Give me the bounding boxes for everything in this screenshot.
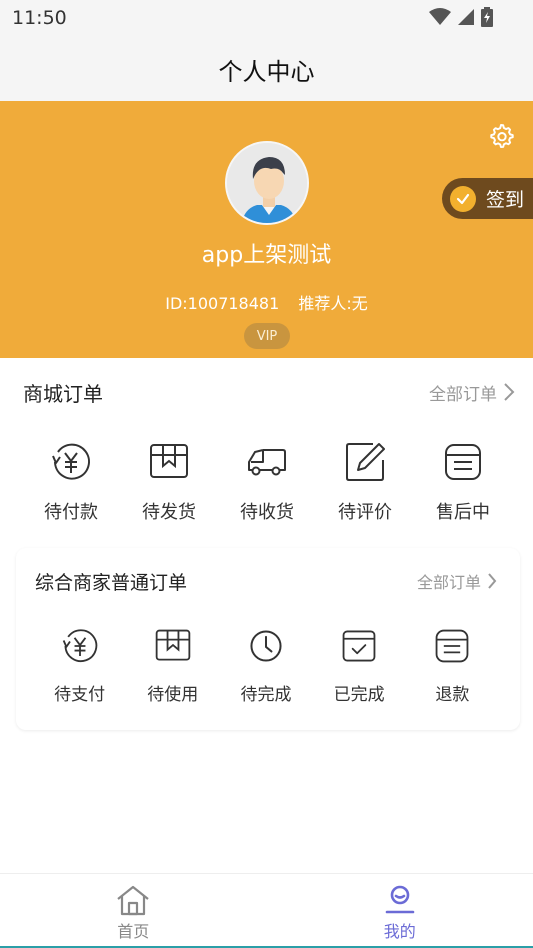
referrer: 推荐人:无 (298, 294, 368, 313)
vip-badge: VIP (244, 323, 290, 349)
check-icon (450, 185, 476, 212)
order-item-label: 待评价 (338, 502, 392, 523)
list-icon (445, 444, 481, 480)
calendar-check-icon (342, 630, 376, 662)
tab-bar: 首页 我的 (0, 873, 533, 948)
clock-icon (250, 630, 282, 662)
order-item-after-sales[interactable]: 售后中 (414, 440, 512, 524)
order-item-label: 已完成 (333, 685, 385, 705)
profile-header: 签到 app上架测试 ID:100718481 推荐人:无 VIP (0, 101, 533, 358)
yen-circle-icon (52, 443, 90, 480)
order-item-pending-payment[interactable]: 待付款 (22, 440, 120, 524)
order-item-pending-pay[interactable]: 待支付 (33, 626, 126, 705)
signin-label: 签到 (486, 189, 525, 211)
wifi-icon (429, 8, 451, 25)
merchant-orders-view-all[interactable]: 全部订单 (417, 569, 497, 593)
tab-me-label: 我的 (383, 922, 416, 941)
username: app上架测试 (201, 243, 332, 268)
avatar[interactable] (225, 141, 309, 225)
gear-icon[interactable] (489, 123, 515, 149)
mall-orders-view-all[interactable]: 全部订单 (429, 380, 515, 405)
status-bar: 11:50 (0, 0, 533, 36)
package-icon (155, 629, 191, 661)
tab-me[interactable]: 我的 (267, 874, 533, 948)
order-item-label: 售后中 (436, 502, 490, 523)
signal-icon (458, 9, 474, 25)
mall-orders-row: 待付款 待发货 待收货 待评价 售后中 (22, 440, 512, 524)
order-item-label: 待付款 (44, 502, 98, 523)
page-title: 个人中心 (218, 58, 315, 86)
battery-icon (481, 7, 493, 27)
merchant-orders-row: 待支付 待使用 待完成 已完成 退款 (33, 626, 499, 705)
order-item-label: 待发货 (142, 502, 196, 523)
order-item-to-complete[interactable]: 待完成 (219, 626, 312, 705)
list-icon (435, 629, 469, 663)
signin-button[interactable]: 签到 (442, 178, 533, 219)
order-item-label: 待使用 (147, 685, 199, 705)
nav-bar: 个人中心 (0, 36, 533, 101)
yen-circle-icon (62, 629, 97, 662)
chevron-right-icon (488, 573, 497, 589)
package-icon (150, 444, 188, 478)
view-all-label: 全部订单 (429, 384, 497, 405)
status-icons (429, 7, 493, 27)
mall-orders-title: 商城订单 (23, 381, 103, 406)
order-item-label: 待收货 (240, 502, 294, 523)
tab-home-label: 首页 (117, 922, 150, 941)
truck-icon (248, 449, 286, 476)
avatar-illustration (227, 143, 307, 223)
order-item-to-use[interactable]: 待使用 (126, 626, 219, 705)
status-time: 11:50 (12, 7, 67, 29)
mall-orders-header: 商城订单 全部订单 (23, 378, 515, 406)
merchant-orders-title: 综合商家普通订单 (35, 571, 188, 594)
order-item-label: 待支付 (54, 685, 106, 705)
order-item-label: 退款 (435, 685, 470, 705)
order-item-completed[interactable]: 已完成 (313, 626, 406, 705)
order-item-refund[interactable]: 退款 (406, 626, 499, 705)
order-item-pending-ship[interactable]: 待发货 (120, 440, 218, 524)
home-icon (117, 885, 149, 916)
edit-icon (346, 443, 385, 481)
tab-home[interactable]: 首页 (0, 874, 267, 948)
view-all-label: 全部订单 (416, 573, 481, 592)
order-item-label: 待完成 (240, 685, 292, 705)
order-item-pending-review[interactable]: 待评价 (316, 440, 414, 524)
chevron-right-icon (504, 383, 515, 401)
merchant-orders-header: 综合商家普通订单 全部订单 (35, 568, 497, 594)
user-id: ID:100718481 (165, 294, 280, 313)
order-item-pending-receive[interactable]: 待收货 (218, 440, 316, 524)
user-meta: ID:100718481 推荐人:无 (0, 290, 533, 314)
user-icon (385, 885, 415, 914)
